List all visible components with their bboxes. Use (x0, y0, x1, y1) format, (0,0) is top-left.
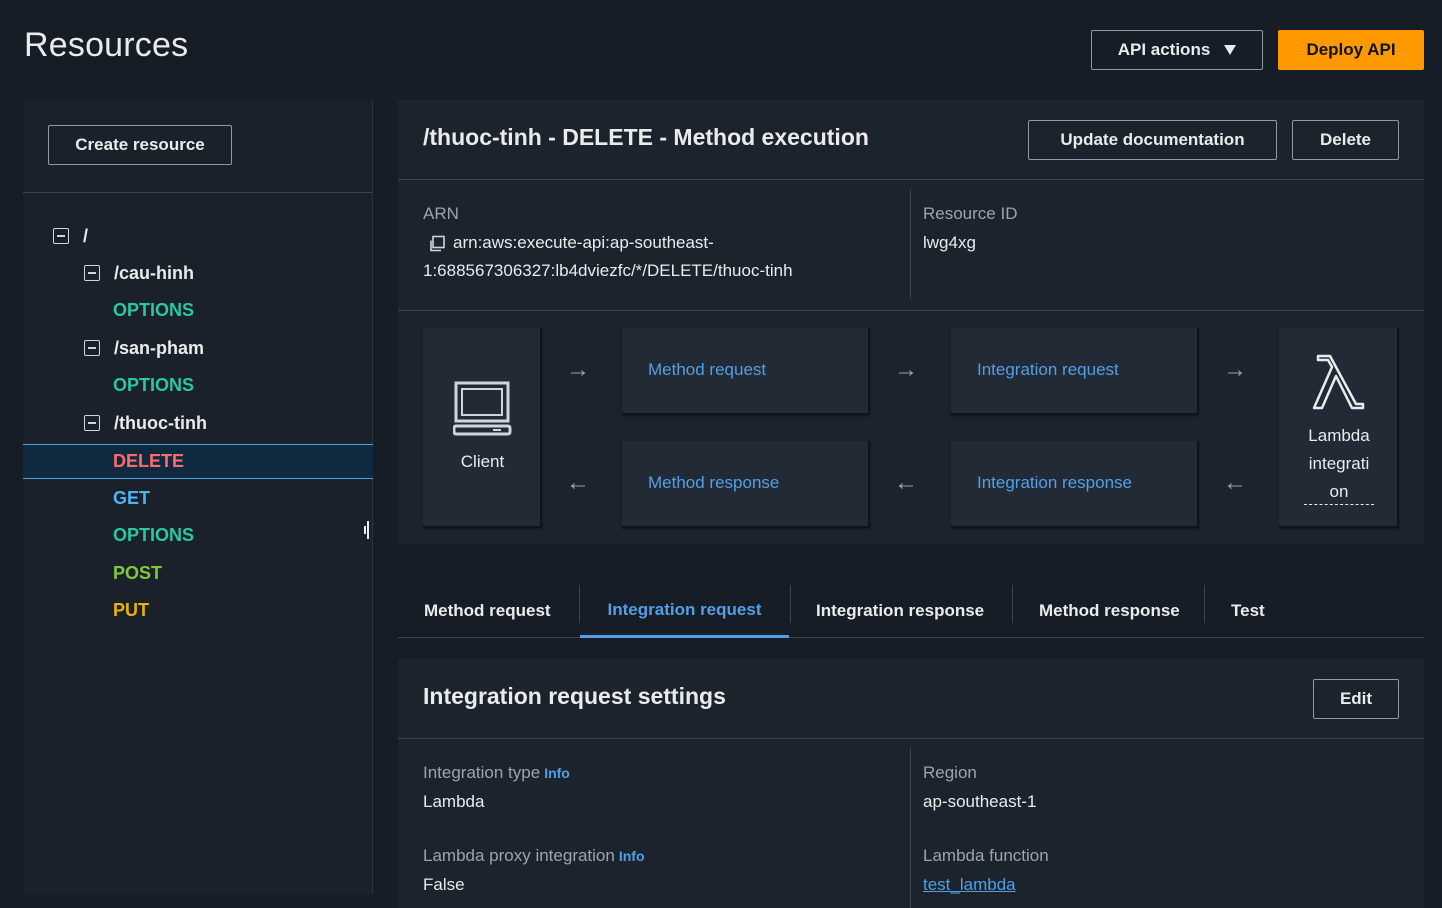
method-panel-header: /thuoc-tinh - DELETE - Method execution … (398, 100, 1424, 180)
arn-value-line1: arn:aws:execute-api:ap-southeast- (453, 233, 714, 252)
collapse-icon[interactable] (84, 340, 100, 356)
info-link[interactable]: Info (544, 765, 570, 781)
api-actions-label: API actions (1117, 40, 1211, 59)
tree-method-options[interactable]: OPTIONS (23, 292, 373, 328)
method-panel-title: /thuoc-tinh - DELETE - Method execution (423, 124, 869, 150)
divider (910, 189, 911, 299)
tree-method-options[interactable]: OPTIONS (23, 367, 373, 403)
lambda-icon (1312, 354, 1366, 415)
integration-type-label: Integration type Info (423, 763, 570, 783)
client-label: Client (460, 452, 505, 471)
lambda-function-label: Lambda function (923, 846, 1049, 865)
tree-method-post[interactable]: POST (23, 555, 373, 591)
resource-id-label: Resource ID (923, 204, 1018, 223)
laptop-icon (452, 380, 513, 443)
api-actions-button[interactable]: API actions (1091, 30, 1263, 70)
tab-divider (1012, 585, 1013, 623)
method-request-card[interactable]: Method request (622, 328, 870, 415)
region-label: Region (923, 763, 977, 782)
method-execution-panel: /thuoc-tinh - DELETE - Method execution … (398, 100, 1424, 544)
proxy-integration-text: Lambda proxy integration (423, 846, 615, 865)
proxy-integration-value: False (423, 875, 465, 894)
tree-item-label: /san-pham (114, 337, 205, 358)
tree-item-san-pham[interactable]: /san-pham (23, 330, 373, 366)
tree-method-options[interactable]: OPTIONS (23, 517, 373, 553)
client-card: Client (423, 328, 542, 528)
edit-button[interactable]: Edit (1313, 679, 1399, 719)
copy-icon[interactable] (428, 235, 446, 258)
collapse-icon[interactable] (53, 228, 69, 244)
lambda-line1: Lambda (1308, 426, 1370, 445)
region-value: ap-southeast-1 (923, 792, 1037, 811)
tab-divider (1204, 585, 1205, 623)
arrow-right-icon: → (1223, 356, 1247, 383)
lambda-line2: integrati (1308, 454, 1370, 473)
info-link[interactable]: Info (619, 848, 645, 864)
lambda-integration-link[interactable]: Lambda integrati on (1279, 422, 1399, 506)
method-label: DELETE (113, 451, 185, 471)
tree-method-get[interactable]: GET (23, 480, 373, 516)
tab-divider (790, 585, 791, 623)
integration-request-card[interactable]: Integration request (951, 328, 1199, 415)
tree-item-label: /cau-hinh (114, 262, 194, 283)
delete-button[interactable]: Delete (1292, 120, 1399, 160)
integration-type-value: Lambda (423, 792, 485, 811)
method-details: ARN arn:aws:execute-api:ap-southeast- 1:… (398, 181, 1424, 311)
tab-integration-request[interactable]: Integration request (580, 584, 789, 638)
integration-response-card[interactable]: Integration response (951, 441, 1199, 528)
arrow-left-icon: ← (894, 469, 918, 496)
method-label: POST (113, 562, 163, 583)
tab-integration-response[interactable]: Integration response (816, 584, 984, 638)
lambda-card: Lambda integrati on (1279, 328, 1399, 528)
collapse-icon[interactable] (84, 265, 100, 281)
caret-down-icon (1224, 45, 1237, 55)
resource-id-value: lwg4xg (923, 233, 976, 252)
page-title: Resources (24, 26, 189, 64)
method-label: GET (113, 487, 151, 508)
tree-item-thuoc-tinh[interactable]: /thuoc-tinh (23, 405, 373, 441)
arn-label: ARN (423, 204, 459, 223)
integration-settings-panel: Integration request settings Edit Integr… (398, 659, 1424, 908)
arrow-right-icon: → (566, 356, 590, 383)
integration-response-link[interactable]: Integration response (977, 473, 1132, 493)
method-label: OPTIONS (113, 299, 195, 320)
method-label: OPTIONS (113, 524, 195, 545)
deploy-api-button[interactable]: Deploy API (1278, 30, 1424, 70)
tab-test[interactable]: Test (1231, 584, 1265, 638)
integration-type-text: Integration type (423, 763, 541, 782)
tree-method-put[interactable]: PUT (23, 592, 373, 628)
arrow-right-icon: → (894, 356, 918, 383)
lambda-line3: on (1304, 480, 1374, 505)
settings-title: Integration request settings (423, 683, 726, 709)
collapse-icon[interactable] (84, 415, 100, 431)
panel-resize-handle[interactable] (364, 521, 369, 541)
method-label: OPTIONS (113, 374, 195, 395)
proxy-integration-label: Lambda proxy integration Info (423, 846, 645, 866)
method-request-link[interactable]: Method request (648, 360, 766, 380)
method-tabs: Method request Integration request Integ… (398, 584, 1424, 638)
sidebar-header: Create resource (23, 100, 372, 193)
arn-value-line2: 1:688567306327:lb4dviezfc/*/DELETE/thuoc… (423, 261, 793, 280)
tree-item-root[interactable]: / (23, 218, 373, 254)
update-documentation-button[interactable]: Update documentation (1028, 120, 1277, 160)
tree-item-label: / (83, 225, 89, 246)
tree-item-cau-hinh[interactable]: /cau-hinh (23, 255, 373, 291)
method-response-card[interactable]: Method response (622, 441, 870, 528)
arrow-left-icon: ← (566, 469, 590, 496)
integration-request-link[interactable]: Integration request (977, 360, 1119, 380)
create-resource-button[interactable]: Create resource (48, 125, 232, 165)
settings-header: Integration request settings Edit (398, 659, 1424, 739)
tab-method-response[interactable]: Method response (1039, 584, 1180, 638)
divider (910, 747, 911, 908)
lambda-function-link[interactable]: test_lambda (923, 871, 1016, 899)
tree-item-label: /thuoc-tinh (114, 412, 207, 433)
method-response-link[interactable]: Method response (648, 473, 779, 493)
method-label: PUT (113, 599, 149, 620)
resource-tree-panel: Create resource / /cau-hinh OPTIONS /san… (23, 100, 373, 894)
tab-method-request[interactable]: Method request (424, 584, 551, 638)
tree-method-delete[interactable]: DELETE (23, 444, 373, 479)
arrow-left-icon: ← (1223, 469, 1247, 496)
